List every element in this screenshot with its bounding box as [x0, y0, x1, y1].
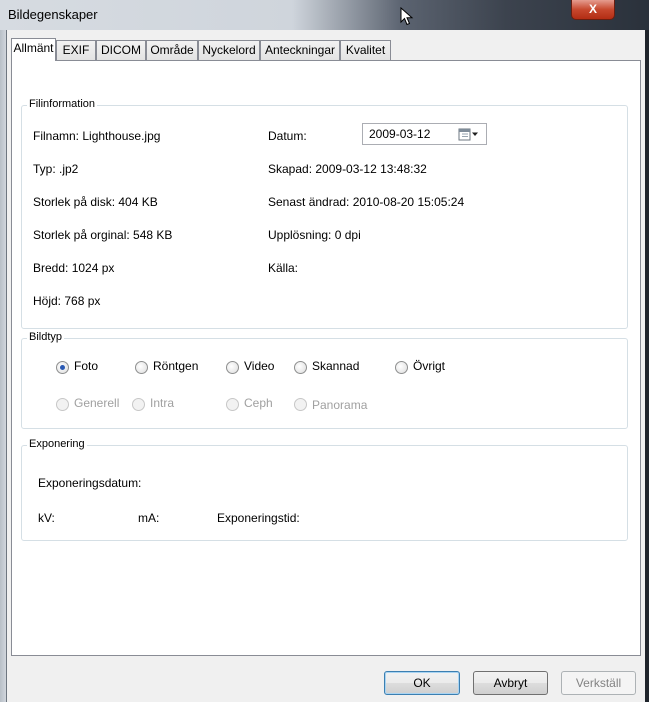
tab-kvalitet[interactable]: Kvalitet	[340, 40, 391, 60]
exposure-group: Exponering Exponeringsdatum: kV: mA: Exp…	[21, 438, 628, 541]
cancel-button[interactable]: Avbryt	[473, 671, 548, 695]
radio-panorama	[294, 398, 307, 411]
radio-foto[interactable]	[56, 361, 69, 374]
radio-skannad-label[interactable]: Skannad	[312, 359, 359, 373]
radio-foto-label[interactable]: Foto	[74, 359, 98, 373]
button-bar: OK Avbryt Verkställ	[7, 656, 645, 702]
radio-intra	[132, 398, 145, 411]
calendar-dropdown-icon[interactable]	[458, 128, 480, 141]
kv-text: kV:	[38, 511, 55, 525]
tab-nyckelord[interactable]: Nyckelord	[198, 40, 260, 60]
tab-dicom[interactable]: DICOM	[96, 40, 146, 60]
window-frame-right	[645, 30, 649, 702]
date-label: Datum:	[268, 129, 307, 143]
radio-ovrigt[interactable]	[395, 361, 408, 374]
radio-generell-label: Generell	[74, 396, 120, 410]
radio-panorama-label: Panorama	[312, 398, 368, 412]
width-text: Bredd: 1024 px	[33, 261, 115, 275]
radio-generell	[56, 398, 69, 411]
window-title: Bildegenskaper	[8, 7, 98, 22]
radio-video-label[interactable]: Video	[244, 359, 274, 373]
ma-text: mA:	[138, 511, 160, 525]
resolution-text: Upplösning: 0 dpi	[268, 228, 361, 242]
apply-button: Verkställ	[561, 671, 636, 695]
fileinfo-group: Filinformation Filnamn: Lighthouse.jpg T…	[21, 98, 628, 329]
mouse-cursor-icon	[400, 7, 414, 26]
ok-button[interactable]: OK	[384, 671, 460, 695]
radio-intra-label: Intra	[150, 396, 175, 410]
exposure-date-text: Exponeringsdatum:	[38, 476, 142, 490]
modified-text: Senast ändrad: 2010-08-20 15:05:24	[268, 195, 465, 209]
exposure-time-text: Exponeringstid:	[217, 511, 300, 525]
tab-exif[interactable]: EXIF	[56, 40, 96, 60]
size-original-text: Storlek på orginal: 548 KB	[33, 228, 173, 242]
radio-ovrigt-label[interactable]: Övrigt	[413, 359, 445, 373]
filename-text: Filnamn: Lighthouse.jpg	[33, 129, 161, 143]
height-text: Höjd: 768 px	[33, 294, 101, 308]
radio-rontgen-label[interactable]: Röntgen	[153, 359, 198, 373]
source-text: Källa:	[268, 261, 299, 275]
tab-panel-allmant: Filinformation Filnamn: Lighthouse.jpg T…	[11, 60, 641, 656]
title-bar[interactable]: Bildegenskaper X	[0, 0, 649, 30]
size-on-disk-text: Storlek på disk: 404 KB	[33, 195, 158, 209]
close-button[interactable]: X	[571, 0, 615, 20]
date-picker[interactable]: 2009-03-12	[362, 123, 487, 145]
tab-omrade[interactable]: Område	[146, 40, 198, 60]
dialog-body: Allmänt EXIF DICOM Område Nyckelord Ante…	[7, 30, 645, 702]
exposure-legend: Exponering	[27, 438, 87, 450]
tab-allmant[interactable]: Allmänt	[11, 38, 56, 61]
imagetype-legend: Bildtyp	[27, 331, 65, 343]
radio-skannad[interactable]	[294, 361, 307, 374]
date-value: 2009-03-12	[369, 127, 431, 141]
dialog-window: Bildegenskaper X Allmänt EXIF DICOM Områ…	[0, 0, 649, 702]
radio-rontgen[interactable]	[135, 361, 148, 374]
radio-ceph	[226, 398, 239, 411]
filetype-text: Typ: .jp2	[33, 162, 79, 176]
radio-ceph-label: Ceph	[244, 396, 273, 410]
fileinfo-legend: Filinformation	[27, 98, 98, 110]
imagetype-group: Bildtyp Foto Röntgen Video Skannad Övrig…	[21, 331, 628, 429]
tab-anteckningar[interactable]: Anteckningar	[260, 40, 340, 60]
window-frame-left	[0, 30, 7, 702]
radio-video[interactable]	[226, 361, 239, 374]
created-text: Skapad: 2009-03-12 13:48:32	[268, 162, 427, 176]
